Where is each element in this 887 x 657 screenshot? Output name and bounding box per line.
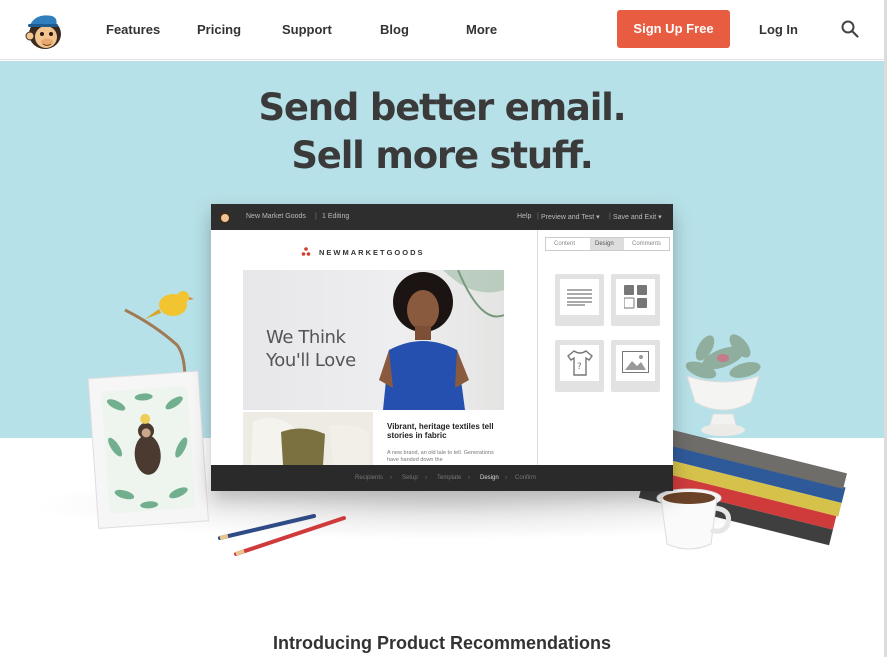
email-hero-line-1: We Think: [266, 327, 346, 348]
step-confirm[interactable]: Confirm: [515, 475, 536, 481]
sign-up-free-button[interactable]: Sign Up Free: [617, 10, 730, 48]
text-lines-icon: [567, 289, 592, 306]
email-hero-line-2: You'll Love: [266, 350, 356, 371]
step-setup[interactable]: Setup: [402, 475, 418, 481]
textile-photo: [243, 412, 373, 465]
product-thumbnail: [243, 412, 373, 465]
search-icon[interactable]: [841, 20, 859, 38]
text-block[interactable]: [555, 274, 604, 326]
image-block[interactable]: [611, 340, 660, 392]
hero-headline-line-1: Send better email.: [258, 86, 626, 129]
email-canvas: NEWMARKETGOODS We Think You'll Love Vibr…: [211, 230, 537, 465]
svg-text:?: ?: [577, 362, 582, 372]
image-block-preview: [616, 345, 655, 381]
title-divider: |: [315, 213, 317, 220]
email-hero-text: We Think You'll Love: [266, 326, 356, 372]
app-screenshot: New Market Goods | 1 Editing Help | Prev…: [211, 204, 673, 491]
nav-features[interactable]: Features: [106, 22, 160, 37]
app-top-bar: New Market Goods | 1 Editing Help | Prev…: [211, 204, 673, 230]
app-logo-icon: [218, 211, 231, 223]
brand-mark-icon: [301, 247, 311, 256]
image-icon: [622, 351, 649, 373]
top-nav: Features Pricing Support Blog More Sign …: [0, 0, 884, 60]
section-title: Introducing Product Recommendations: [272, 633, 612, 653]
preview-test-menu[interactable]: Preview and Test ▾: [541, 213, 600, 221]
nav-support[interactable]: Support: [282, 22, 332, 37]
product-block[interactable]: ?: [555, 340, 604, 392]
divider: |: [609, 213, 611, 220]
pencils-illustration: [218, 514, 346, 556]
sidebar-tabs: Content Design Comments: [545, 237, 670, 251]
shirt-question-icon: ?: [567, 350, 593, 376]
campaign-name: New Market Goods: [246, 213, 306, 220]
design-sidebar: Content Design Comments ?: [537, 230, 673, 465]
freddie-logo-icon[interactable]: [22, 9, 66, 53]
hero-headline-line-2: Sell more stuff.: [291, 134, 593, 177]
step-separator-icon: ›: [468, 475, 470, 481]
help-link[interactable]: Help: [517, 213, 531, 220]
social-block-preview: [616, 279, 655, 315]
tab-design[interactable]: Design: [590, 238, 624, 250]
page: Features Pricing Support Blog More Sign …: [0, 0, 887, 657]
social-icons-icon: [624, 285, 647, 309]
step-separator-icon: ›: [505, 475, 507, 481]
save-exit-menu[interactable]: Save and Exit ▾: [613, 213, 662, 221]
nav-pricing[interactable]: Pricing: [197, 22, 241, 37]
log-in-link[interactable]: Log In: [759, 22, 798, 37]
nav-blog[interactable]: Blog: [380, 22, 409, 37]
tab-comments[interactable]: Comments: [632, 241, 661, 247]
divider: |: [537, 213, 539, 220]
app-step-bar: Recipients › Setup › Template › Design ›…: [211, 465, 673, 491]
step-template[interactable]: Template: [437, 475, 461, 481]
tab-content[interactable]: Content: [554, 241, 575, 247]
step-separator-icon: ›: [425, 475, 427, 481]
social-block[interactable]: [611, 274, 660, 326]
article-title: Vibrant, heritage textiles tell stories …: [387, 422, 494, 440]
editing-status: 1 Editing: [322, 213, 350, 220]
nav-more[interactable]: More: [466, 22, 497, 37]
product-block-preview: ?: [560, 345, 599, 381]
step-recipients[interactable]: Recipients: [355, 475, 383, 481]
email-brand-name: NEWMARKETGOODS: [319, 248, 425, 257]
article-body: A new brand, an old tale to tell. Genera…: [387, 450, 494, 463]
step-separator-icon: ›: [390, 475, 392, 481]
bird-and-frame-illustration: [87, 291, 209, 529]
text-block-preview: [560, 279, 599, 315]
step-design[interactable]: Design: [480, 475, 499, 481]
